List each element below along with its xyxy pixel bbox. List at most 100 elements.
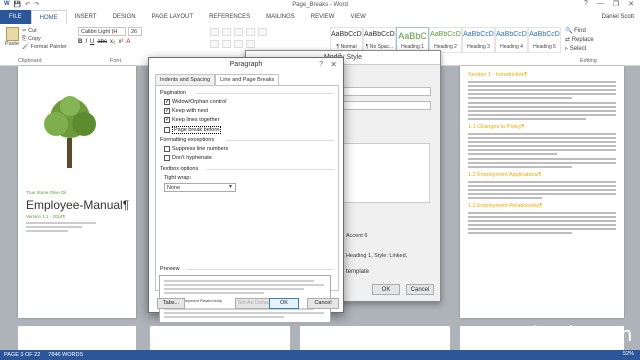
line-page-breaks-panel: Pagination ✓ Widow/Orphan control ✓ Keep w… bbox=[155, 85, 339, 291]
superscript-button[interactable]: x² bbox=[118, 39, 123, 45]
close-icon[interactable]: ✕ bbox=[330, 58, 337, 72]
paragraph-cancel-button[interactable]: Cancel bbox=[307, 298, 339, 309]
quick-access-toolbar: W 💾 ↶ ↷ bbox=[4, 1, 39, 8]
font-group-label: Font bbox=[110, 58, 122, 64]
next-page-strip bbox=[300, 326, 450, 350]
find-button[interactable]: 🔍 Find bbox=[565, 27, 594, 36]
font-controls: Calibri Light (H 26 bbox=[78, 27, 142, 36]
copy-button[interactable]: ⎘ Copy bbox=[22, 35, 67, 43]
zoom-level[interactable]: 52% bbox=[623, 351, 634, 357]
word-window: { "window": {"title": "Page_Breaks - Wor… bbox=[0, 0, 640, 360]
paragraph-dialog-title: Paragraph ? ✕ bbox=[149, 58, 343, 72]
align-left-button[interactable] bbox=[210, 40, 219, 48]
section-heading: 1.2 Employment Applications¶ bbox=[468, 172, 542, 178]
page-content[interactable]: Section 1 - Introduction¶ 1.1 Changes to… bbox=[460, 66, 624, 318]
modify-ok-button[interactable]: OK bbox=[372, 284, 400, 295]
word-icon: W bbox=[4, 1, 10, 7]
justify-button[interactable] bbox=[246, 40, 255, 48]
bold-button[interactable]: B bbox=[78, 39, 82, 45]
section-heading: Section 1 - Introduction¶ bbox=[468, 72, 528, 78]
template-label: template bbox=[346, 269, 370, 275]
user-name[interactable]: Daniel Scott bbox=[602, 14, 634, 20]
multilevel-button[interactable] bbox=[234, 28, 243, 36]
textbox-options-label: Textbox options bbox=[160, 166, 199, 172]
section-heading: 1.3 Employment Relationship¶ bbox=[468, 203, 543, 209]
preview-label: Preview bbox=[160, 266, 180, 272]
next-page-strip bbox=[150, 326, 290, 350]
word-count[interactable]: 7846 WORDS bbox=[48, 352, 83, 358]
cover-text-lines bbox=[26, 222, 96, 234]
window-title: Page_Breaks - Word bbox=[292, 2, 348, 8]
paste-label: Paste bbox=[4, 41, 20, 47]
company-name: True Stone Olive Oil bbox=[26, 190, 67, 195]
subscript-button[interactable]: x₂ bbox=[110, 39, 115, 45]
tight-wrap-select[interactable]: None ▼ bbox=[164, 183, 236, 192]
paste-button[interactable]: Paste bbox=[4, 27, 20, 49]
tab-view[interactable]: VIEW bbox=[342, 10, 373, 24]
replace-button[interactable]: ⇄ Replace bbox=[565, 36, 594, 45]
ribbon-tabs: FILE HOME INSERT DESIGN PAGE LAYOUT REFE… bbox=[0, 10, 640, 24]
bullets-button[interactable] bbox=[210, 28, 219, 36]
modify-cancel-button[interactable]: Cancel bbox=[406, 284, 434, 295]
editing-group: 🔍 Find ⇄ Replace ▹ Select bbox=[565, 27, 594, 54]
minimize-icon[interactable]: — bbox=[597, 0, 604, 8]
pagination-label: Pagination bbox=[160, 90, 186, 96]
section-heading: 1.1 Changes to Policy¶ bbox=[468, 124, 525, 130]
page-count[interactable]: PAGE 3 OF 22 bbox=[4, 352, 40, 358]
tight-wrap-label: Tight wrap: bbox=[164, 175, 192, 181]
help-icon[interactable]: ? bbox=[584, 0, 588, 8]
font-format-buttons: B I U abc x₂ x² A bbox=[78, 39, 130, 45]
tab-file[interactable]: FILE bbox=[0, 10, 31, 24]
tab-mailings[interactable]: MAILINGS bbox=[258, 10, 303, 24]
numbering-button[interactable] bbox=[222, 28, 231, 36]
page-cover[interactable]: True Stone Olive Oil Employee-Manual¶ Ve… bbox=[18, 66, 136, 318]
tabs-button[interactable]: Tabs... bbox=[157, 298, 185, 309]
style-heading-5[interactable]: AaBbCcD Heading 5 bbox=[528, 27, 561, 53]
redo-icon[interactable]: ↷ bbox=[34, 1, 39, 8]
title-bar: W 💾 ↶ ↷ Page_Breaks - Word ? — ❐ ✕ bbox=[0, 0, 640, 10]
save-icon[interactable]: 💾 bbox=[14, 1, 21, 8]
tab-review[interactable]: REVIEW bbox=[303, 10, 343, 24]
keep-with-next-checkbox[interactable]: ✓ Keep with next bbox=[164, 108, 208, 114]
olive-tree-image bbox=[44, 96, 96, 168]
paragraph-ok-button[interactable]: OK bbox=[269, 298, 299, 309]
select-button[interactable]: ▹ Select bbox=[565, 45, 594, 54]
tab-page-layout[interactable]: PAGE LAYOUT bbox=[144, 10, 201, 24]
format-painter-button[interactable]: 🖌 Format Painter bbox=[22, 43, 67, 51]
tab-insert[interactable]: INSERT bbox=[67, 10, 105, 24]
italic-button[interactable]: I bbox=[85, 39, 87, 45]
style-heading-3[interactable]: AaBbCcD Heading 3 bbox=[462, 27, 495, 53]
chevron-down-icon: ▼ bbox=[228, 184, 233, 190]
decrease-indent-button[interactable] bbox=[246, 28, 255, 36]
align-right-button[interactable] bbox=[234, 40, 243, 48]
widow-orphan-checkbox[interactable]: ✓ Widow/Orphan control bbox=[164, 99, 226, 105]
status-bar: PAGE 3 OF 22 7846 WORDS 52% bbox=[0, 350, 640, 360]
underline-button[interactable]: U bbox=[90, 39, 94, 45]
suppress-line-numbers-checkbox[interactable]: Suppress line numbers bbox=[164, 146, 228, 152]
tab-home[interactable]: HOME bbox=[30, 10, 67, 24]
style-heading-4[interactable]: AaBbCcD Heading 4 bbox=[495, 27, 528, 53]
page-content-body: Section 1 - Introduction¶ 1.1 Changes to… bbox=[468, 72, 616, 236]
dont-hyphenate-checkbox[interactable]: Don't hyphenate bbox=[164, 155, 212, 161]
text-color-button[interactable]: A bbox=[126, 39, 130, 45]
document-title[interactable]: Employee-Manual¶ bbox=[26, 198, 129, 212]
undo-icon[interactable]: ↶ bbox=[25, 1, 30, 8]
close-icon[interactable]: ✕ bbox=[628, 0, 634, 8]
font-size-combo[interactable]: 26 bbox=[128, 27, 142, 36]
tab-references[interactable]: REFERENCES bbox=[201, 10, 258, 24]
editing-group-label: Editing bbox=[580, 58, 597, 64]
font-name-combo[interactable]: Calibri Light (H bbox=[78, 27, 126, 36]
next-page-strip bbox=[18, 326, 136, 350]
cut-button[interactable]: ✂ Cut bbox=[22, 27, 67, 35]
center-button[interactable] bbox=[222, 40, 231, 48]
tab-design[interactable]: DESIGN bbox=[105, 10, 144, 24]
clipboard-group-label: Clipboard bbox=[18, 58, 42, 64]
window-controls: ? — ❐ ✕ bbox=[584, 0, 634, 8]
restore-icon[interactable]: ❐ bbox=[613, 0, 619, 8]
keep-lines-together-checkbox[interactable]: ✓ Keep lines together bbox=[164, 117, 219, 123]
increase-indent-button[interactable] bbox=[258, 28, 267, 36]
formatting-exceptions-label: Formatting exceptions bbox=[160, 137, 215, 143]
strikethrough-button[interactable]: abc bbox=[97, 39, 107, 45]
help-icon[interactable]: ? bbox=[319, 58, 323, 72]
page-break-before-checkbox[interactable]: Page break before bbox=[164, 126, 222, 134]
